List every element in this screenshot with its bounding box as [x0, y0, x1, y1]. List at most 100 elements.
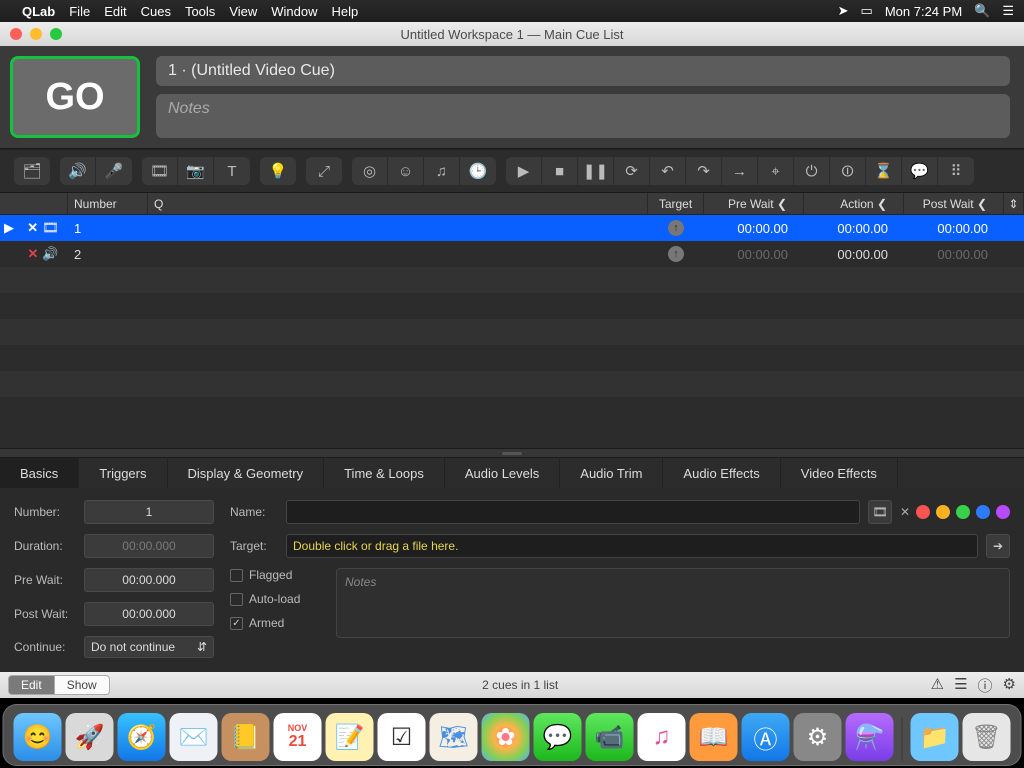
warnings-icon[interactable]: ⚠ — [931, 675, 944, 696]
col-prewait[interactable]: Pre Wait ❮ — [704, 193, 804, 214]
airplay-icon[interactable]: ▭ — [861, 3, 873, 19]
audio-cue-icon[interactable]: 🔊 — [60, 157, 96, 185]
dock-facetime-icon[interactable]: 📹 — [586, 713, 634, 761]
col-action[interactable]: Action ❮ — [804, 193, 904, 214]
current-cue-notes[interactable]: Notes — [156, 94, 1010, 138]
tab-triggers[interactable]: Triggers — [79, 458, 167, 488]
target-field[interactable]: Double click or drag a file here. — [286, 534, 978, 558]
text-cue-icon[interactable]: T — [214, 157, 250, 185]
cursor-icon[interactable]: ➤ — [838, 3, 849, 19]
col-q[interactable]: Q — [148, 193, 648, 214]
color-purple[interactable] — [996, 505, 1010, 519]
script-cue-icon[interactable]: ⠿ — [938, 157, 974, 185]
autoload-checkbox[interactable]: Auto-load — [230, 592, 320, 606]
tab-audio-effects[interactable]: Audio Effects — [663, 458, 780, 488]
cue-row[interactable]: ✕ 🔊 2 ↑ 00:00.00 00:00.00 00:00.00 — [0, 241, 1024, 267]
settings-gear-icon[interactable]: ⚙ — [1003, 675, 1016, 696]
video-cue-icon[interactable]: 🎞 — [142, 157, 178, 185]
tab-display-geometry[interactable]: Display & Geometry — [168, 458, 325, 488]
menu-help[interactable]: Help — [332, 4, 359, 19]
dock-maps-icon[interactable]: 🗺 — [430, 713, 478, 761]
cue-list[interactable]: ▶ ✕ 🎞 1 ↑ 00:00.00 00:00.00 00:00.00 ✕ 🔊… — [0, 215, 1024, 448]
dock-sysprefs-icon[interactable]: ⚙ — [794, 713, 842, 761]
target-up-icon[interactable]: ↑ — [668, 220, 684, 236]
tab-video-effects[interactable]: Video Effects — [781, 458, 898, 488]
reset-icon[interactable]: ↶ — [650, 157, 686, 185]
target-up-icon[interactable]: ↑ — [668, 246, 684, 262]
menu-view[interactable]: View — [229, 4, 257, 19]
dock-trash-icon[interactable]: 🗑 — [963, 713, 1011, 761]
col-postwait[interactable]: Post Wait ❮ — [904, 193, 1004, 214]
color-blue[interactable] — [976, 505, 990, 519]
prewait-field[interactable]: 00:00.000 — [84, 568, 214, 592]
color-red[interactable] — [916, 505, 930, 519]
goto-icon[interactable]: → — [722, 157, 758, 185]
go-button[interactable]: GO — [10, 56, 140, 138]
tab-audio-trim[interactable]: Audio Trim — [560, 458, 663, 488]
dock-notes-icon[interactable]: 📝 — [326, 713, 374, 761]
dock-ibooks-icon[interactable]: 📖 — [690, 713, 738, 761]
arm-icon[interactable]: ⏻ — [794, 157, 830, 185]
cue-row[interactable]: ▶ ✕ 🎞 1 ↑ 00:00.00 00:00.00 00:00.00 — [0, 215, 1024, 241]
cue-postwait[interactable]: 00:00.00 — [904, 215, 1004, 241]
cue-prewait[interactable]: 00:00.00 — [704, 215, 804, 241]
clock[interactable]: Mon 7:24 PM — [885, 4, 962, 19]
dock-mail-icon[interactable]: ✉️ — [170, 713, 218, 761]
dock-calendar-icon[interactable]: NOV21 — [274, 713, 322, 761]
lists-icon[interactable]: ☰ — [954, 675, 967, 696]
memo-cue-icon[interactable]: 💬 — [902, 157, 938, 185]
clear-color-icon[interactable]: ✕ — [900, 505, 910, 519]
stop-icon[interactable]: ■ — [542, 157, 578, 185]
name-field[interactable] — [286, 500, 860, 524]
dock-finder-icon[interactable]: 😊 — [14, 713, 62, 761]
current-cue-name[interactable]: 1 · (Untitled Video Cue) — [156, 56, 1010, 86]
menu-tools[interactable]: Tools — [185, 4, 215, 19]
inspector-divider[interactable] — [0, 448, 1024, 458]
close-window-button[interactable] — [10, 28, 22, 40]
menu-file[interactable]: File — [69, 4, 90, 19]
number-field[interactable]: 1 — [84, 500, 214, 524]
zoom-window-button[interactable] — [50, 28, 62, 40]
notes-field[interactable]: Notes — [336, 568, 1010, 638]
flagged-checkbox[interactable]: Flagged — [230, 568, 320, 582]
dock-messages-icon[interactable]: 💬 — [534, 713, 582, 761]
reveal-target-button[interactable]: ➔ — [986, 534, 1010, 558]
dock-qlab-icon[interactable]: ⚗️ — [846, 713, 894, 761]
duration-field[interactable]: 00:00.000 — [84, 534, 214, 558]
postwait-field[interactable]: 00:00.000 — [84, 602, 214, 626]
load-icon[interactable]: ⟳ — [614, 157, 650, 185]
dock-photos-icon[interactable]: ✿ — [482, 713, 530, 761]
cue-action[interactable]: 00:00.00 — [804, 215, 904, 241]
spotlight-icon[interactable]: 🔍 — [974, 3, 990, 19]
menu-cues[interactable]: Cues — [141, 4, 171, 19]
dock-contacts-icon[interactable]: 📒 — [222, 713, 270, 761]
mode-edit-button[interactable]: Edit — [8, 675, 55, 695]
cue-postwait[interactable]: 00:00.00 — [904, 241, 1004, 267]
timecode-cue-icon[interactable]: 🕒 — [460, 157, 496, 185]
minimize-window-button[interactable] — [30, 28, 42, 40]
dock-appstore-icon[interactable]: Ⓐ — [742, 713, 790, 761]
camera-cue-icon[interactable]: 📷 — [178, 157, 214, 185]
dock-safari-icon[interactable]: 🧭 — [118, 713, 166, 761]
pause-icon[interactable]: ❚❚ — [578, 157, 614, 185]
dock-launchpad-icon[interactable]: 🚀 — [66, 713, 114, 761]
midi-cue-icon[interactable]: ☺ — [388, 157, 424, 185]
network-cue-icon[interactable]: ◎ — [352, 157, 388, 185]
light-cue-icon[interactable]: 💡 — [260, 157, 296, 185]
dock-downloads-icon[interactable]: 📁 — [911, 713, 959, 761]
color-orange[interactable] — [936, 505, 950, 519]
dock-itunes-icon[interactable]: ♫ — [638, 713, 686, 761]
col-number[interactable]: Number — [68, 193, 148, 214]
color-green[interactable] — [956, 505, 970, 519]
cue-action[interactable]: 00:00.00 — [804, 241, 904, 267]
mode-show-button[interactable]: Show — [55, 675, 110, 695]
col-adjust-icon[interactable]: ⇕ — [1004, 193, 1024, 214]
tab-basics[interactable]: Basics — [0, 458, 79, 488]
continue-select[interactable]: Do not continue ⇵ — [84, 636, 214, 658]
devamp-icon[interactable]: ↷ — [686, 157, 722, 185]
play-icon[interactable]: ▶ — [506, 157, 542, 185]
tab-time-loops[interactable]: Time & Loops — [324, 458, 445, 488]
midi-file-cue-icon[interactable]: ♫ — [424, 157, 460, 185]
fade-cue-icon[interactable]: ⤢ — [306, 157, 342, 185]
wait-icon[interactable]: ⌛ — [866, 157, 902, 185]
